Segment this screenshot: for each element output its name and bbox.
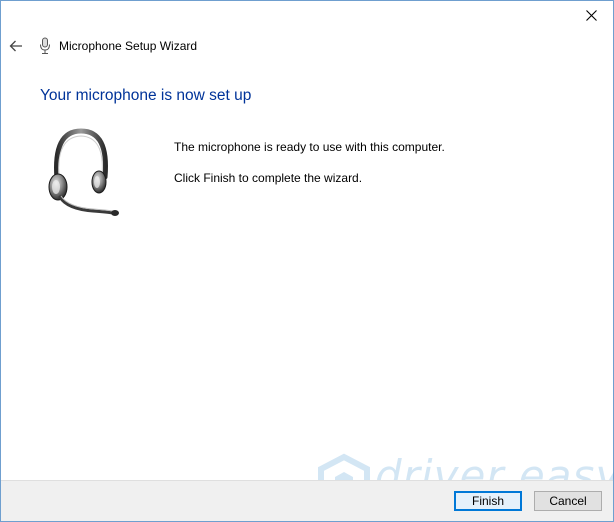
back-button[interactable] xyxy=(7,38,25,54)
cancel-button[interactable]: Cancel xyxy=(534,491,602,511)
finish-button[interactable]: Finish xyxy=(454,491,522,511)
wizard-header: Microphone Setup Wizard xyxy=(1,31,613,61)
close-button[interactable] xyxy=(569,1,613,29)
page-heading: Your microphone is now set up xyxy=(40,87,252,104)
microphone-icon xyxy=(40,37,50,54)
wizard-footer: Finish Cancel xyxy=(1,480,613,521)
finish-instruction: Click Finish to complete the wizard. xyxy=(174,171,363,185)
wizard-title: Microphone Setup Wizard xyxy=(59,39,198,53)
ready-message: The microphone is ready to use with this… xyxy=(174,140,445,154)
back-arrow-icon xyxy=(9,40,22,52)
close-icon xyxy=(585,9,597,21)
wizard-window: Microphone Setup Wizard Your microphone … xyxy=(0,0,614,522)
headset-icon xyxy=(48,128,119,216)
